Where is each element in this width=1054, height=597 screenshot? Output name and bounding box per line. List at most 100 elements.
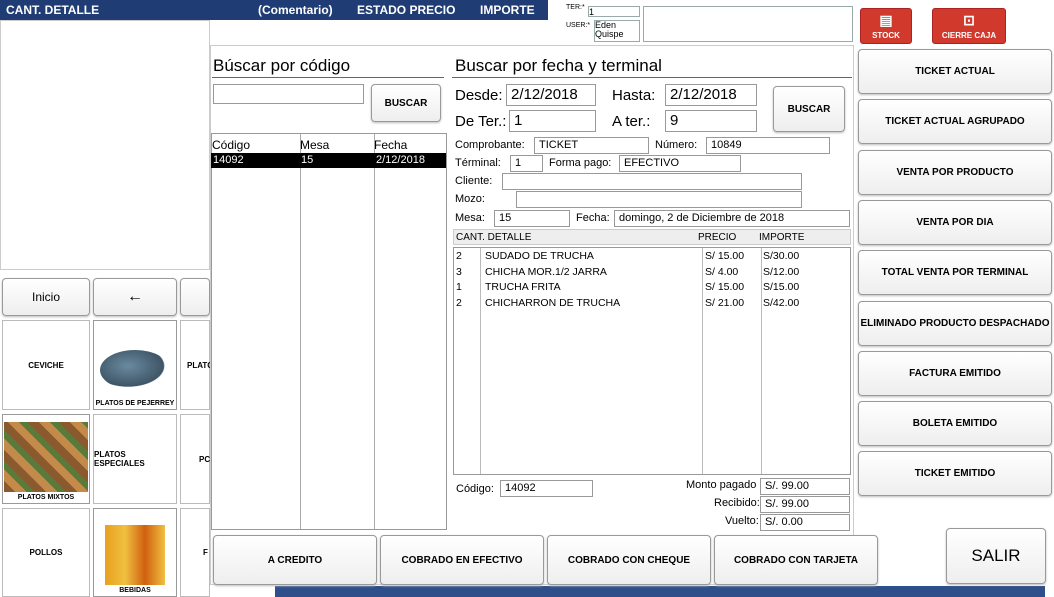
report-button-2[interactable]: VENTA POR PRODUCTO (858, 149, 1052, 195)
mozo-label: Mozo: (455, 193, 485, 205)
report-button-1[interactable]: TICKET ACTUAL AGRUPADO (858, 99, 1052, 145)
numero-field[interactable]: 10849 (706, 137, 830, 154)
cliente-label: Cliente: (455, 175, 493, 187)
cobrado-tarjeta-button[interactable]: COBRADO CON TARJETA (714, 535, 878, 585)
code-search-button[interactable]: BUSCAR (371, 84, 441, 122)
report-button-5[interactable]: ELIMINADO PRODUCTO DESPACHADO (858, 300, 1052, 346)
category-platos-mixtos[interactable]: PLATOS MIXTOS (2, 414, 90, 504)
item-detalle: CHICHA MOR.1/2 JARRA (485, 265, 607, 278)
items-list: 2 SUDADO DE TRUCHA S/ 15.00 S/30.00 3 CHICHA … (453, 250, 851, 312)
col-comentario: (Comentario) (258, 3, 333, 17)
item-detalle: CHICHARRON DE TRUCHA (485, 296, 621, 309)
divider (212, 77, 444, 78)
report-button-3[interactable]: VENTA POR DIA (858, 199, 1052, 245)
fish-image (100, 350, 170, 390)
stock-icon: ▤ (879, 12, 893, 28)
item-cant: 3 (456, 265, 462, 278)
item-importe: S/12.00 (763, 265, 800, 278)
monto-label: Monto pagado (686, 479, 757, 491)
mesa-field[interactable]: 15 (494, 210, 570, 227)
recibido-label: Recibido: (714, 497, 760, 509)
report-button-4[interactable]: TOTAL VENTA POR TERMINAL (858, 250, 1052, 296)
item-importe: S/42.00 (763, 296, 800, 309)
col-precio: PRECIO (698, 232, 737, 243)
code-results-table (211, 133, 447, 530)
deter-label: De Ter.: (455, 113, 507, 130)
col-importe: IMPORTE (759, 232, 805, 243)
category-f[interactable]: F (180, 508, 210, 597)
inicio-button[interactable]: Inicio (2, 278, 90, 316)
back-button[interactable]: ← (93, 278, 177, 316)
ter-label: TER:* (566, 4, 585, 11)
report-button-0[interactable]: TICKET ACTUAL (858, 49, 1052, 94)
date-search-button[interactable]: BUSCAR (773, 86, 845, 132)
ter-field[interactable]: 1 (588, 6, 640, 17)
item-detalle: TRUCHA FRITA (485, 281, 561, 293)
comprobante-field[interactable]: TICKET (534, 137, 649, 154)
list-item[interactable]: 2 CHICHARRON DE TRUCHA S/ 21.00 S/42.00 (453, 297, 851, 313)
codigo-field[interactable]: 14092 (500, 480, 593, 497)
cobrado-efectivo-button[interactable]: COBRADO EN EFECTIVO (380, 535, 544, 585)
terminal-label: Términal: (455, 157, 501, 169)
user-field[interactable]: Eden Quispe (594, 20, 640, 42)
codigo-label: Código: (456, 483, 494, 495)
list-item[interactable]: 3 CHICHA MOR.1/2 JARRA S/ 4.00 S/12.00 (453, 266, 851, 282)
cobrado-cheque-button[interactable]: COBRADO CON CHEQUE (547, 535, 711, 585)
cierre-caja-button[interactable]: ⊡ CIERRE CAJA (932, 8, 1006, 44)
col-importe: IMPORTE (480, 3, 535, 17)
recibido-field[interactable]: S/. 99.00 (760, 496, 850, 513)
code-search-title: Búscar por código (213, 56, 351, 75)
col-codigo: Código (212, 138, 251, 152)
vuelto-field[interactable]: S/. 0.00 (760, 514, 850, 531)
a-credito-button[interactable]: A CREDITO (213, 535, 377, 585)
table-row[interactable]: 14092 15 2/12/2018 (211, 153, 446, 168)
item-precio: S/ 21.00 (705, 296, 745, 309)
category-platos-especiales[interactable]: PLATOS ESPECIALES (93, 414, 177, 504)
divider (452, 77, 852, 78)
stock-label: STOCK (872, 31, 900, 40)
comprobante-label: Comprobante: (455, 139, 525, 151)
item-cant: 2 (456, 250, 462, 262)
cierre-label: CIERRE CAJA (941, 31, 997, 40)
nav-button-extra[interactable] (180, 278, 210, 316)
numero-label: Número: (655, 139, 698, 151)
monto-field[interactable]: S/. 99.00 (760, 478, 850, 495)
hasta-label: Hasta: (612, 87, 656, 104)
category-label: BEBIDAS (119, 587, 151, 594)
item-detalle: SUDADO DE TRUCHA (485, 250, 594, 262)
drinks-image (105, 525, 165, 585)
hasta-field[interactable]: 2/12/2018 (665, 84, 757, 106)
mozo-field[interactable] (516, 191, 802, 208)
ater-field[interactable]: 9 (665, 110, 757, 132)
category-platos-pejerrey[interactable]: PLATOS DE PEJERREY (93, 320, 177, 410)
order-list[interactable] (0, 20, 210, 270)
salir-button[interactable]: SALIR (946, 528, 1046, 584)
row-codigo: 14092 (213, 154, 244, 166)
category-ceviche[interactable]: CEVICHE (2, 320, 90, 410)
item-precio: S/ 15.00 (705, 250, 745, 262)
category-pc[interactable]: PC (180, 414, 210, 504)
stock-button[interactable]: ▤ STOCK (860, 8, 912, 44)
list-item[interactable]: 1 TRUCHA FRITA S/ 15.00 S/15.00 (453, 281, 851, 297)
category-bebidas[interactable]: BEBIDAS (93, 508, 177, 597)
date-search-title: Buscar por fecha y terminal (455, 56, 662, 75)
fecha-field[interactable]: domingo, 2 de Diciembre de 2018 (614, 210, 850, 227)
report-button-8[interactable]: TICKET EMITIDO (858, 451, 1052, 497)
forma-pago-field[interactable]: EFECTIVO (619, 155, 741, 172)
category-pollos[interactable]: POLLOS (2, 508, 90, 597)
col-cant-detalle: CANT. DETALLE (456, 232, 532, 243)
deter-field[interactable]: 1 (509, 110, 596, 132)
code-search-input[interactable] (213, 84, 364, 104)
report-button-7[interactable]: BOLETA EMITIDO (858, 401, 1052, 447)
cliente-field[interactable] (502, 173, 802, 190)
desde-field[interactable]: 2/12/2018 (506, 84, 596, 106)
terminal-field[interactable]: 1 (510, 155, 543, 172)
comment-box[interactable] (643, 6, 853, 42)
col-fecha: Fecha (374, 138, 408, 152)
report-button-6[interactable]: FACTURA EMITIDO (858, 350, 1052, 396)
category-platc[interactable]: PLATC (180, 320, 213, 410)
fecha-label: Fecha: (576, 212, 610, 224)
category-label: PLATOS DE PEJERREY (95, 400, 175, 407)
list-item[interactable]: 2 SUDADO DE TRUCHA S/ 15.00 S/30.00 (453, 250, 851, 266)
background-toolbar (275, 586, 1045, 597)
